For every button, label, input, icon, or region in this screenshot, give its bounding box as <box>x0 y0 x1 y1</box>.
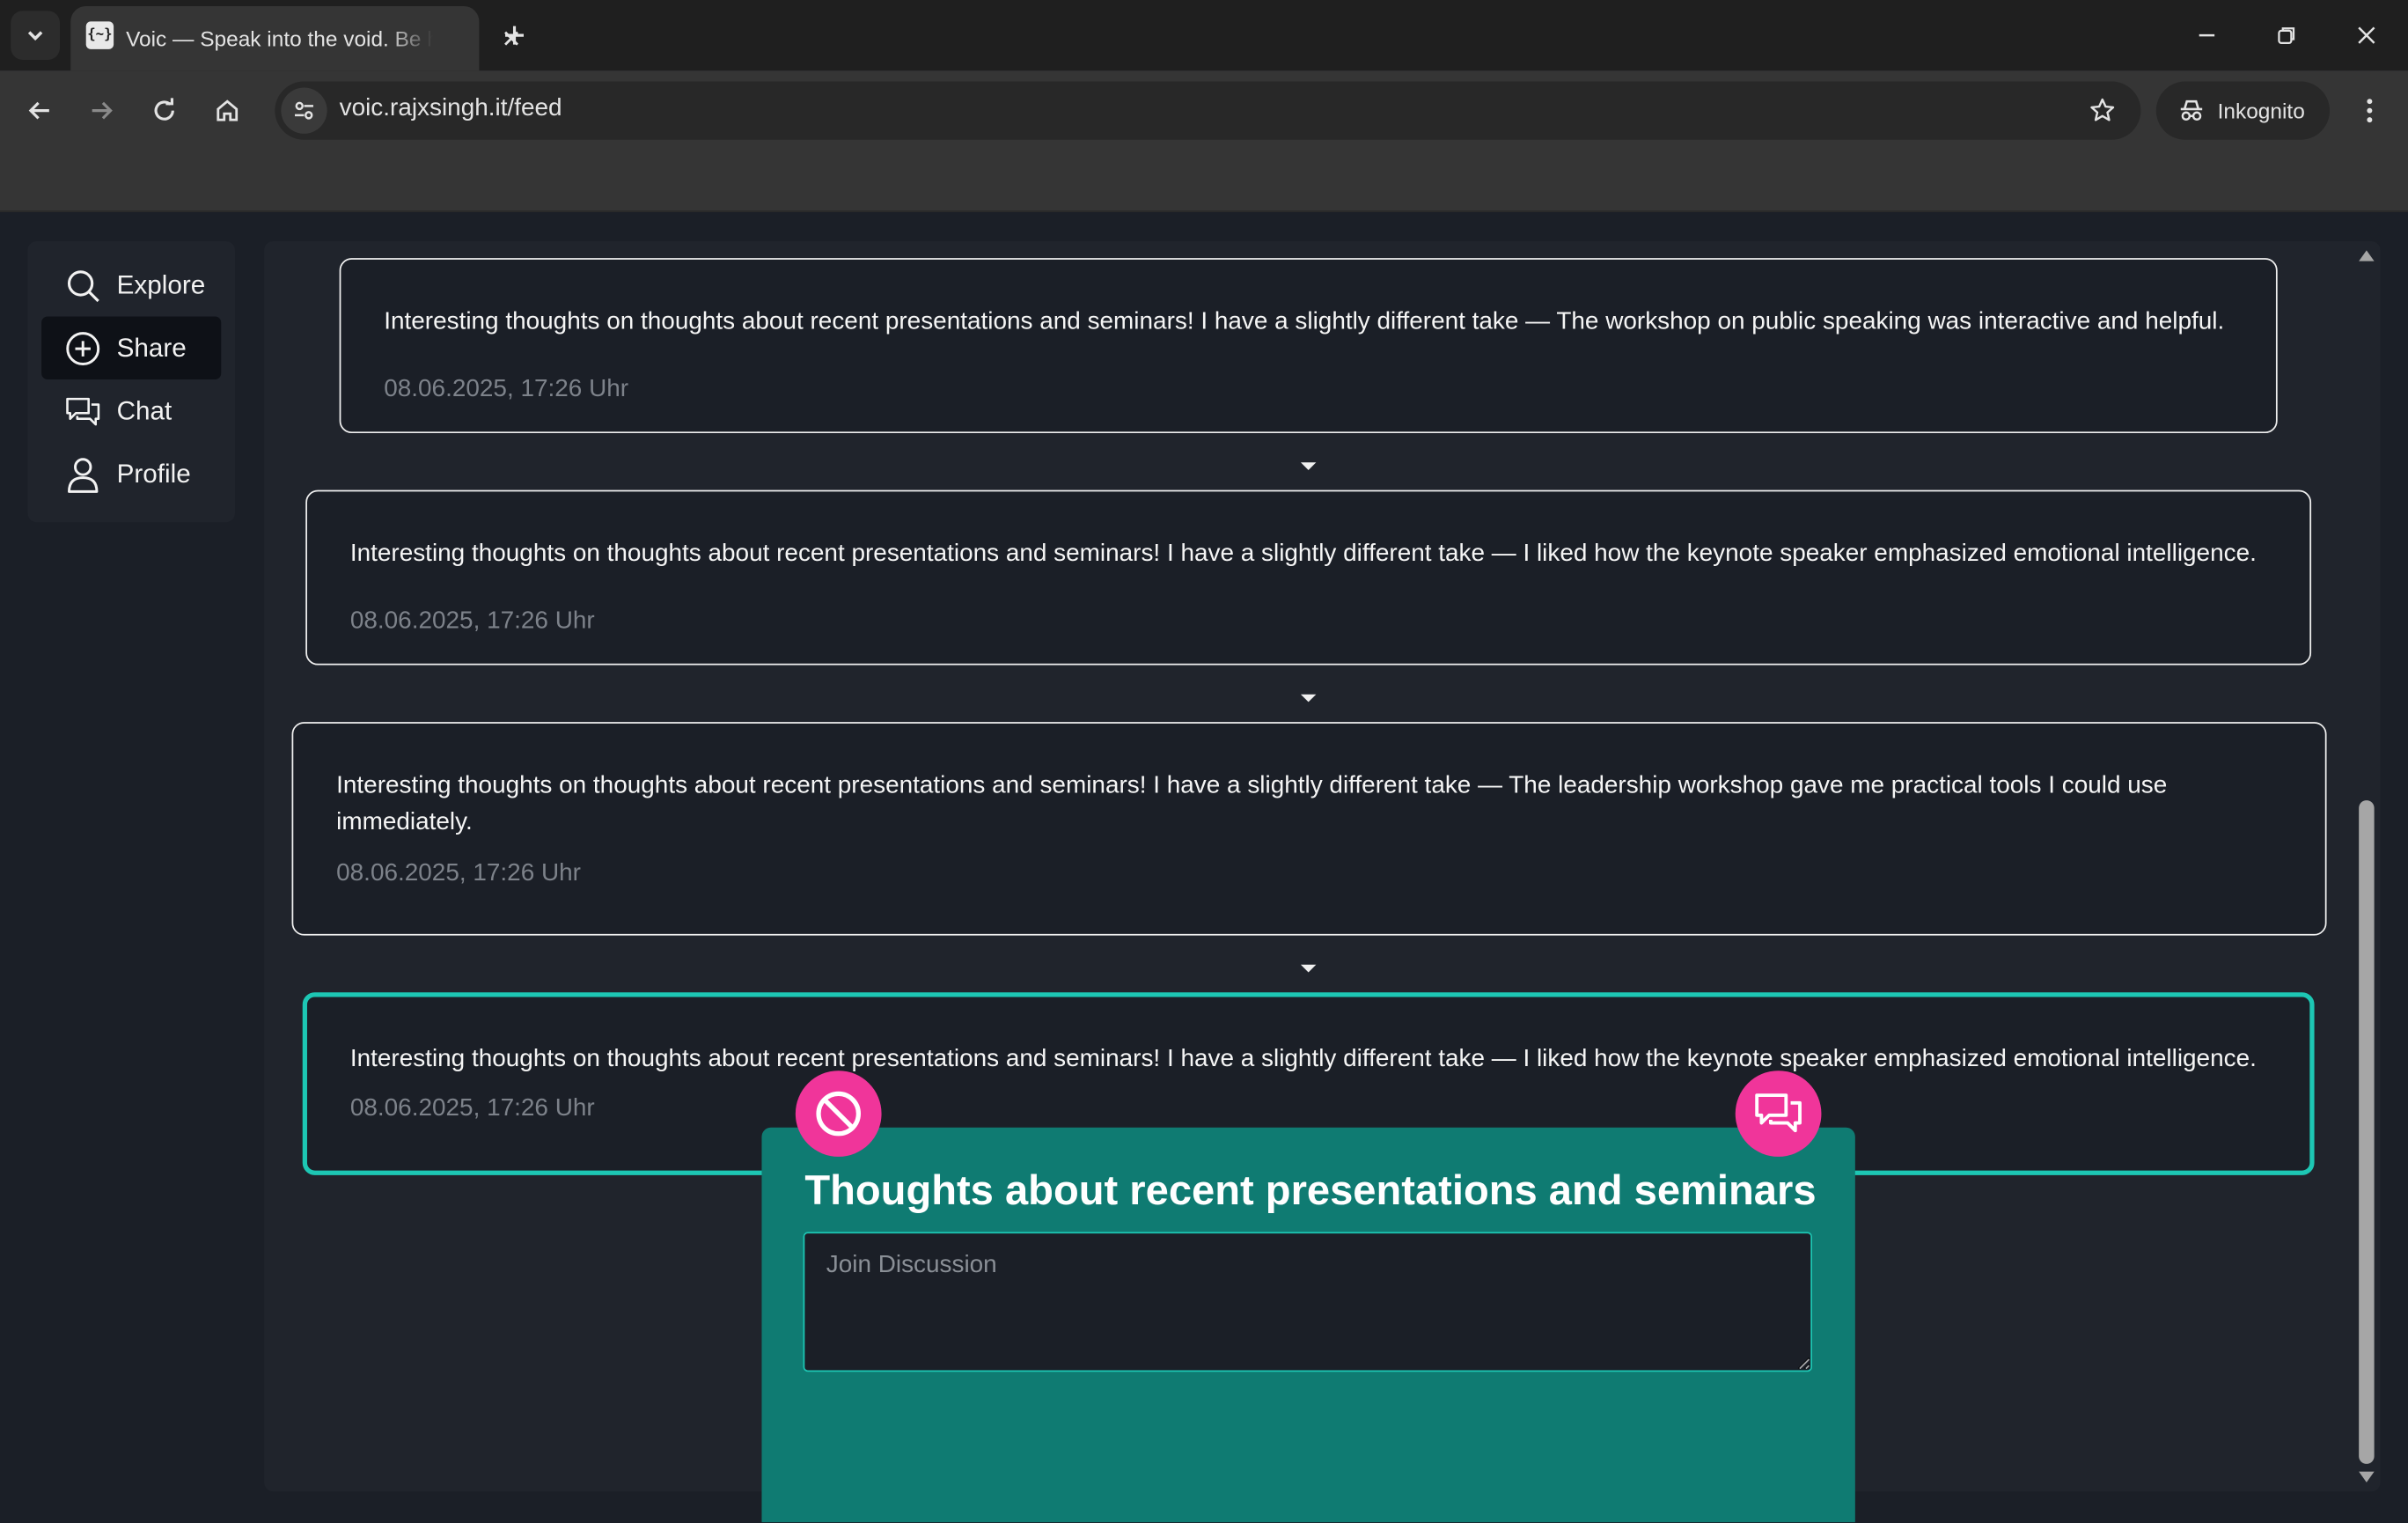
post-card[interactable]: Interesting thoughts on thoughts about r… <box>305 489 2312 666</box>
new-tab-button[interactable] <box>496 17 533 54</box>
tab-list-button[interactable] <box>11 11 61 61</box>
panel-title: Thoughts about recent presentations and … <box>804 1167 1817 1214</box>
arrow-right-icon <box>92 101 113 120</box>
minimize-button[interactable] <box>2184 12 2229 58</box>
close-icon <box>2358 26 2375 44</box>
expand-replies-icon[interactable] <box>1299 693 1318 705</box>
tab-title: Voic — Speak into the void. Be heard. <box>126 26 433 51</box>
block-icon <box>816 1091 862 1137</box>
bookmark-button[interactable] <box>2086 93 2119 127</box>
post-timestamp: 08.06.2025, 17:26 Uhr <box>384 376 629 403</box>
search-icon <box>64 267 101 304</box>
sidebar-item-share[interactable]: Share <box>41 316 222 379</box>
post-card[interactable]: Interesting thoughts on thoughts about r… <box>291 722 2327 936</box>
post-card[interactable]: Interesting thoughts on thoughts about r… <box>339 258 2278 434</box>
plus-circle-icon <box>64 329 101 366</box>
browser-menu-button[interactable] <box>2350 89 2390 132</box>
join-discussion-input[interactable] <box>803 1232 1812 1372</box>
restore-icon <box>2278 27 2295 44</box>
sidebar-item-profile[interactable]: Profile <box>41 443 221 506</box>
expand-replies-icon[interactable] <box>1299 963 1318 975</box>
sidebar-item-label: Profile <box>116 458 191 489</box>
sidebar-nav: Explore Share Chat Profile <box>27 240 235 523</box>
expand-replies-icon[interactable] <box>1299 460 1318 473</box>
home-button[interactable] <box>206 89 249 132</box>
more-vertical-icon <box>2367 99 2373 123</box>
minimize-icon <box>2199 33 2215 37</box>
reload-button[interactable] <box>143 89 186 132</box>
url-text[interactable]: voic.rajxsingh.it/feed <box>340 95 562 122</box>
user-icon <box>64 455 101 492</box>
post-text: Interesting thoughts on thoughts about r… <box>349 541 2257 567</box>
star-icon <box>2090 98 2115 121</box>
sidebar-item-label: Share <box>116 332 187 362</box>
plus-icon <box>505 26 525 45</box>
forward-button[interactable] <box>80 89 123 132</box>
screen: {~} Voic — Speak into the void. Be heard… <box>0 0 2408 1523</box>
close-window-button[interactable] <box>2344 12 2390 58</box>
tune-icon <box>295 101 313 120</box>
block-button[interactable] <box>795 1071 882 1157</box>
back-button[interactable] <box>18 89 62 132</box>
home-icon <box>217 99 239 121</box>
scrollbar-thumb[interactable] <box>2359 800 2375 1464</box>
post-timestamp: 08.06.2025, 17:26 Uhr <box>336 860 581 887</box>
post-timestamp: 08.06.2025, 17:26 Uhr <box>349 607 595 635</box>
address-bar[interactable]: voic.rajxsingh.it/feed <box>275 81 2141 140</box>
sidebar-item-label: Chat <box>116 395 173 425</box>
scroll-down-icon[interactable] <box>2357 1470 2375 1485</box>
browser-tab[interactable]: {~} Voic — Speak into the void. Be heard… <box>70 5 519 71</box>
scroll-up-icon[interactable] <box>2357 247 2375 262</box>
sidebar-item-label: Explore <box>116 269 206 299</box>
incognito-label: Inkognito <box>2217 98 2305 123</box>
page-scrollbar[interactable] <box>2354 241 2379 1491</box>
sidebar-item-chat[interactable]: Chat <box>41 379 221 443</box>
chevron-down-icon <box>27 31 43 41</box>
post-text: Interesting thoughts on thoughts about r… <box>384 308 2225 335</box>
reload-icon <box>154 98 174 121</box>
post-text: Interesting thoughts on thoughts about r… <box>336 772 2168 836</box>
sidebar-item-explore[interactable]: Explore <box>41 254 221 317</box>
favicon-icon: {~} <box>85 21 114 49</box>
chat-bubbles-icon <box>1755 1093 1802 1133</box>
arrow-left-icon <box>28 101 49 120</box>
open-chat-button[interactable] <box>1735 1071 1822 1157</box>
incognito-indicator[interactable]: Inkognito <box>2155 81 2331 140</box>
browser-toolbar: voic.rajxsingh.it/feed Inkognito <box>0 70 2408 212</box>
discussion-panel: Thoughts about recent presentations and … <box>761 1127 1855 1523</box>
restore-button[interactable] <box>2264 12 2309 58</box>
post-timestamp: 08.06.2025, 17:26 Uhr <box>349 1095 595 1122</box>
chat-bubbles-icon <box>64 393 101 430</box>
site-info-button[interactable] <box>281 87 327 134</box>
browser-tab-bar: {~} Voic — Speak into the void. Be heard… <box>0 0 2408 71</box>
incognito-icon <box>2180 99 2203 121</box>
post-text: Interesting thoughts on thoughts about r… <box>349 1046 2257 1072</box>
